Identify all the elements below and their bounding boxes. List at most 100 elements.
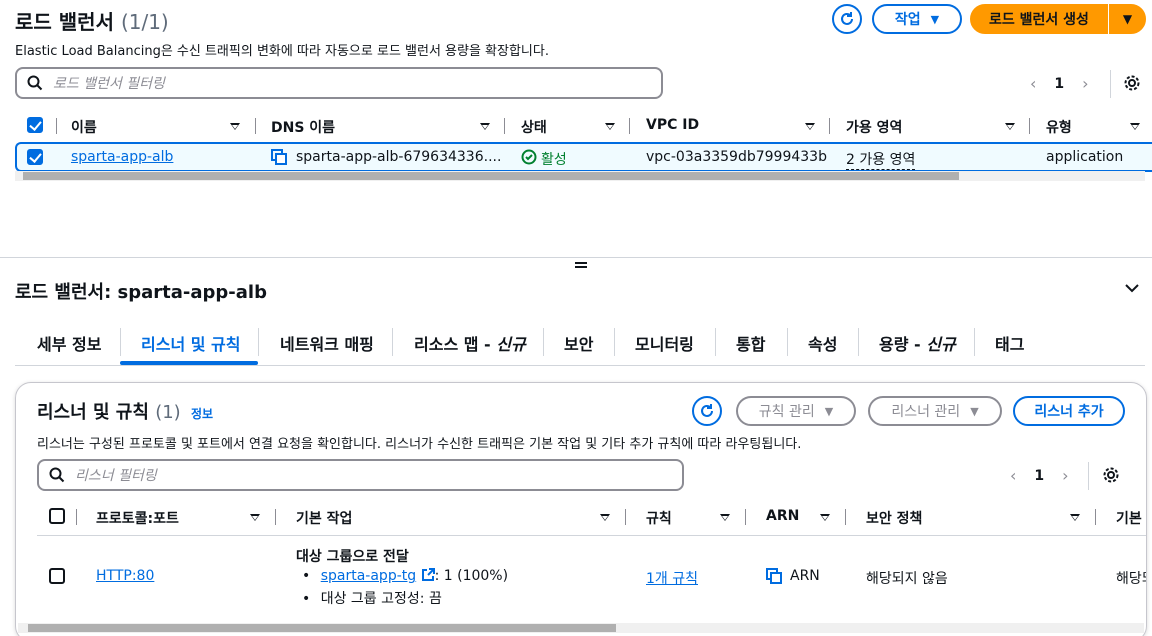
column-separator	[1095, 509, 1096, 525]
column-separator	[629, 118, 630, 134]
arn-text: ARN	[790, 568, 820, 584]
availability-zones[interactable]: 2 가용 영역	[846, 149, 916, 170]
sort-icon[interactable]	[720, 514, 730, 521]
listeners-settings-button[interactable]	[1102, 466, 1120, 488]
column-header-az[interactable]: 가용 영역	[846, 117, 902, 137]
chevron-right-icon[interactable]: ›	[1062, 466, 1068, 485]
search-icon	[49, 467, 65, 483]
caret-down-icon: ▼	[970, 404, 979, 418]
column-separator	[275, 509, 276, 525]
target-group-link[interactable]: sparta-app-tg	[321, 568, 416, 584]
select-all-checkbox[interactable]	[27, 117, 43, 133]
column-header-security-policy[interactable]: 보안 정책	[866, 508, 922, 528]
column-header-dns[interactable]: DNS 이름	[271, 117, 335, 137]
load-balancer-search-input[interactable]: 로드 밸런서 필터링	[15, 67, 663, 99]
select-all-checkbox[interactable]	[49, 508, 65, 524]
header-divider	[37, 535, 1146, 536]
tab-monitoring[interactable]: 모니터링	[635, 331, 694, 355]
tab-resource-map-label: 리소스 맵 -	[414, 335, 497, 354]
row-checkbox[interactable]	[27, 149, 43, 165]
sort-icon[interactable]	[600, 514, 610, 521]
column-header-protocol[interactable]: 프로토콜:포트	[96, 508, 179, 528]
horizontal-scrollbar[interactable]	[15, 171, 1145, 181]
tab-capacity[interactable]: 용량 - 신규	[879, 331, 956, 355]
tab-separator	[858, 328, 859, 356]
scrollbar-thumb[interactable]	[23, 172, 959, 180]
search-placeholder: 리스너 필터링	[75, 468, 157, 484]
refresh-icon	[841, 12, 853, 25]
chevron-right-icon[interactable]: ›	[1082, 74, 1088, 93]
tab-resource-map[interactable]: 리소스 맵 - 신규	[414, 331, 526, 355]
external-link-icon[interactable]	[421, 568, 435, 582]
listeners-refresh-button[interactable]	[692, 396, 722, 426]
manage-listener-button[interactable]: 리스너 관리 ▼	[868, 396, 1002, 426]
sort-icon[interactable]	[820, 514, 830, 521]
column-header-type[interactable]: 유형	[1046, 117, 1072, 137]
divider	[1110, 70, 1111, 98]
sort-icon[interactable]	[605, 123, 615, 130]
chevron-left-icon[interactable]: ‹	[1030, 74, 1036, 93]
column-header-arn[interactable]: ARN	[766, 508, 799, 524]
column-header-name[interactable]: 이름	[71, 117, 97, 137]
info-link[interactable]: 정보	[191, 407, 213, 421]
tab-network-mapping[interactable]: 네트워크 매핑	[280, 331, 374, 355]
tab-integrations[interactable]: 통합	[736, 331, 765, 355]
tab-separator	[614, 328, 615, 356]
pagination: ‹ 1 ›	[1030, 74, 1089, 93]
sort-icon[interactable]	[250, 514, 260, 521]
column-separator	[504, 118, 505, 134]
chevron-left-icon[interactable]: ‹	[1010, 466, 1016, 485]
sort-icon[interactable]	[1070, 514, 1080, 521]
create-load-balancer-button[interactable]: 로드 밸런서 생성	[970, 4, 1108, 34]
tab-separator	[787, 328, 788, 356]
drag-handle-icon[interactable]	[575, 262, 587, 268]
settings-button[interactable]	[1123, 74, 1141, 96]
tabs-baseline	[15, 365, 1145, 366]
horizontal-scrollbar[interactable]	[18, 623, 1144, 633]
page-number[interactable]: 1	[1034, 468, 1044, 484]
load-balancer-name-link[interactable]: sparta-app-alb	[71, 149, 173, 165]
actions-button[interactable]: 작업 ▼	[872, 4, 962, 34]
sort-icon[interactable]	[1130, 123, 1140, 130]
table-row[interactable]	[15, 142, 1152, 172]
chevron-down-icon[interactable]	[1124, 280, 1140, 300]
sort-icon[interactable]	[230, 123, 240, 130]
status-badge: 활성	[541, 152, 567, 168]
gear-icon	[1103, 467, 1119, 483]
protocol-port-link[interactable]: HTTP:80	[96, 568, 154, 584]
lb-type: application	[1046, 149, 1124, 165]
sort-icon[interactable]	[1005, 123, 1015, 130]
column-header-rules[interactable]: 규칙	[646, 508, 672, 528]
column-separator	[255, 118, 256, 134]
tab-listeners[interactable]: 리스너 및 규칙	[141, 331, 240, 355]
sort-icon[interactable]	[805, 123, 815, 130]
sort-icon[interactable]	[480, 123, 490, 130]
scrollbar-thumb[interactable]	[28, 624, 616, 632]
manage-rules-button[interactable]: 규칙 관리 ▼	[736, 396, 856, 426]
row-checkbox[interactable]	[49, 568, 65, 584]
tab-new-suffix: 신규	[496, 335, 526, 354]
check-circle-icon	[521, 149, 537, 169]
rules-link[interactable]: 1개 규칙	[646, 568, 698, 588]
column-header-vpc[interactable]: VPC ID	[646, 117, 699, 133]
column-header-default-action[interactable]: 기본 작업	[296, 508, 352, 528]
tab-attributes[interactable]: 속성	[808, 331, 837, 355]
create-dropdown-button[interactable]: ▼	[1109, 4, 1146, 34]
page-number[interactable]: 1	[1054, 76, 1064, 92]
listeners-title: 리스너 및 규칙 (1) 정보	[37, 398, 213, 424]
listener-search-input[interactable]: 리스너 필터링	[37, 459, 684, 491]
column-header-default[interactable]: 기본	[1116, 508, 1142, 528]
page-title-count: (1/1)	[120, 10, 169, 34]
tab-security[interactable]: 보안	[564, 331, 593, 355]
copy-icon[interactable]	[271, 149, 287, 169]
page-title: 로드 밸런서 (1/1)	[15, 6, 169, 35]
tab-separator	[392, 328, 393, 356]
tab-details[interactable]: 세부 정보	[37, 331, 101, 355]
tab-tags[interactable]: 태그	[995, 331, 1024, 355]
add-listener-button[interactable]: 리스너 추가	[1013, 396, 1125, 426]
column-header-status[interactable]: 상태	[521, 117, 547, 137]
column-separator	[56, 118, 57, 134]
column-separator	[76, 509, 77, 525]
refresh-button[interactable]	[832, 4, 862, 34]
copy-icon[interactable]	[766, 568, 782, 588]
